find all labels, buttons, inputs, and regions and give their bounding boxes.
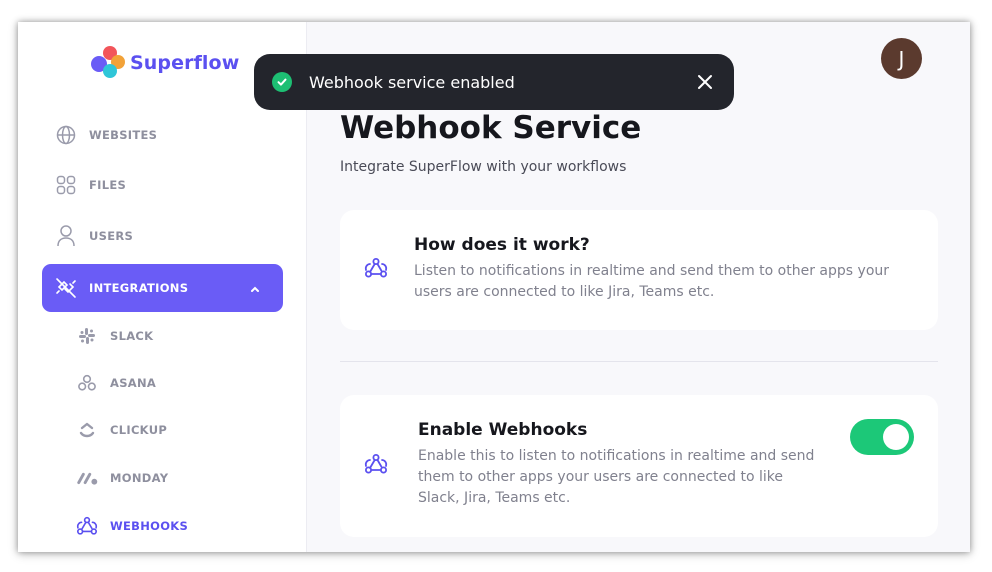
sidebar-item-label: FILES xyxy=(89,178,127,192)
card-title: How does it work? xyxy=(414,235,590,255)
sidebar-item-label: INTEGRATIONS xyxy=(89,281,189,295)
user-avatar[interactable]: J xyxy=(881,38,922,79)
sidebar-item-label: WEBSITES xyxy=(89,128,158,142)
how-it-works-card: How does it work? Listen to notification… xyxy=(340,210,938,330)
sidebar-subitem-clickup[interactable]: CLICKUP xyxy=(76,413,276,447)
superflow-logo-icon xyxy=(89,46,125,80)
check-circle-icon xyxy=(272,72,292,92)
asana-icon xyxy=(76,372,98,394)
enable-webhooks-toggle[interactable] xyxy=(850,419,914,455)
webhook-icon xyxy=(364,257,388,283)
sidebar-item-websites[interactable]: WEBSITES xyxy=(42,113,283,157)
integrations-icon xyxy=(55,277,77,299)
app-window: Superflow WEBSITES FILES USERS INTEGRATI… xyxy=(18,22,970,552)
card-description-line: Slack, Jira, Teams etc. xyxy=(418,490,571,506)
sidebar-item-integrations[interactable]: INTEGRATIONS xyxy=(42,264,283,312)
sidebar-subitem-label: CLICKUP xyxy=(110,423,168,437)
close-icon[interactable] xyxy=(696,73,714,91)
toggle-knob xyxy=(883,424,909,450)
card-description: Listen to notifications in realtime and … xyxy=(414,261,889,303)
sidebar-subitem-slack[interactable]: SLACK xyxy=(76,319,276,353)
webhook-icon xyxy=(76,515,98,537)
grid-icon xyxy=(55,174,77,196)
page-subtitle: Integrate SuperFlow with your workflows xyxy=(340,159,627,175)
chevron-up-icon[interactable] xyxy=(249,280,261,299)
brand-name: Superflow xyxy=(130,52,240,74)
webhook-icon xyxy=(364,453,388,479)
clickup-icon xyxy=(76,419,98,441)
sidebar-subitem-label: SLACK xyxy=(110,329,154,343)
toast-notification: Webhook service enabled xyxy=(254,54,734,110)
sidebar-subitem-label: MONDAY xyxy=(110,471,169,485)
sidebar-item-files[interactable]: FILES xyxy=(42,163,283,207)
sidebar-subitem-monday[interactable]: MONDAY xyxy=(76,461,276,495)
card-description-line: users are connected to like Jira, Teams … xyxy=(414,284,715,300)
monday-icon xyxy=(76,467,98,489)
card-title: Enable Webhooks xyxy=(418,420,588,440)
page-title: Webhook Service xyxy=(340,110,642,146)
card-description-line: them to other apps your users are connec… xyxy=(418,469,783,485)
brand-logo[interactable]: Superflow xyxy=(89,46,239,80)
sidebar-item-label: USERS xyxy=(89,229,134,243)
card-description-line: Listen to notifications in realtime and … xyxy=(414,263,890,279)
slack-icon xyxy=(76,325,98,347)
globe-icon xyxy=(55,124,77,146)
card-description-line: Enable this to listen to notifications i… xyxy=(418,448,815,464)
enable-webhooks-card: Enable Webhooks Enable this to listen to… xyxy=(340,395,938,537)
sidebar-subitem-label: WEBHOOKS xyxy=(110,519,189,533)
sidebar-item-users[interactable]: USERS xyxy=(42,214,283,258)
card-description: Enable this to listen to notifications i… xyxy=(418,446,814,509)
sidebar-subitem-label: ASANA xyxy=(110,376,157,390)
sidebar-subitem-webhooks[interactable]: WEBHOOKS xyxy=(76,509,276,543)
section-divider xyxy=(340,361,938,362)
toast-message: Webhook service enabled xyxy=(309,72,515,92)
sidebar-subitem-asana[interactable]: ASANA xyxy=(76,366,276,400)
user-icon xyxy=(55,225,77,247)
